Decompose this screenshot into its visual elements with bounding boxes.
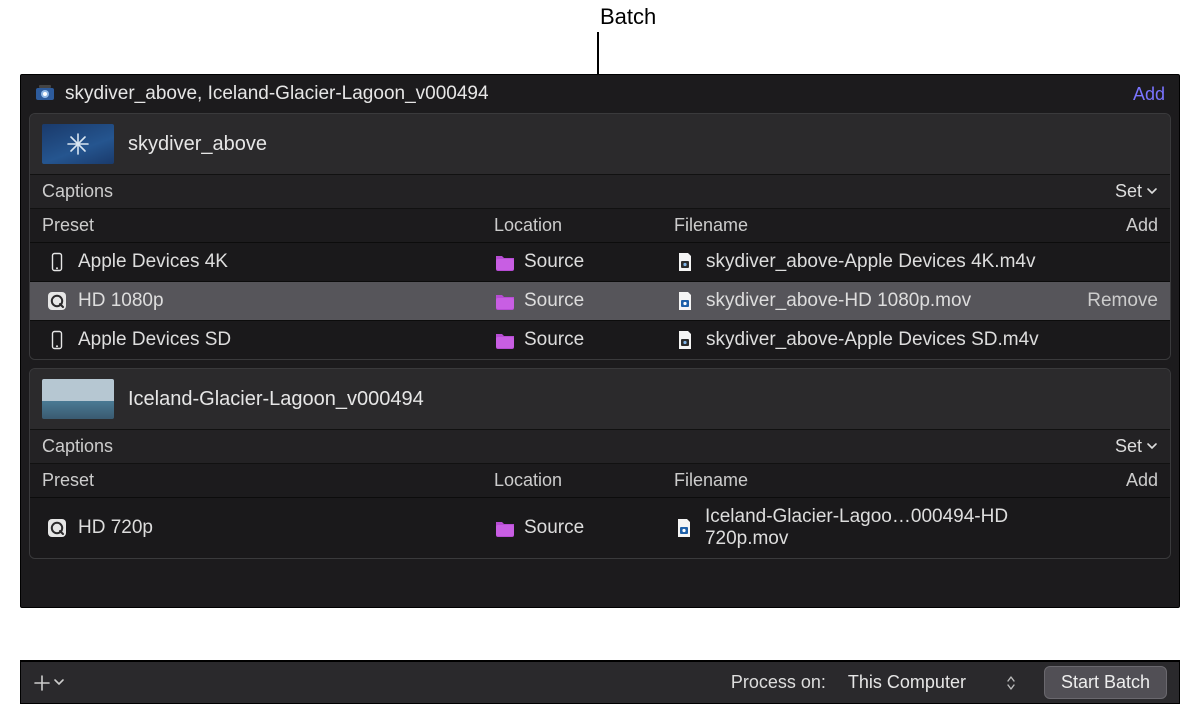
location-name: Source bbox=[524, 517, 584, 539]
preset-name: Apple Devices 4K bbox=[78, 251, 228, 273]
document-icon bbox=[674, 517, 695, 539]
preset-headers: PresetLocationFilenameAdd bbox=[30, 463, 1170, 497]
location-name: Source bbox=[524, 290, 584, 312]
captions-set-button[interactable]: Set bbox=[1115, 181, 1158, 202]
stepper-icon bbox=[1006, 675, 1016, 691]
preset-row[interactable]: HD 1080p Source skydiver_above-HD 1080p.… bbox=[30, 281, 1170, 320]
header-filename: Filename bbox=[674, 470, 1078, 491]
preset-name: HD 720p bbox=[78, 517, 153, 539]
preset-add-button[interactable]: Add bbox=[1078, 215, 1158, 236]
document-icon bbox=[674, 251, 696, 273]
device-phone-icon bbox=[46, 251, 68, 273]
output-filename: skydiver_above-Apple Devices 4K.m4v bbox=[706, 251, 1036, 273]
callout-batch-label: Batch bbox=[600, 4, 656, 30]
captions-row: CaptionsSet bbox=[30, 429, 1170, 463]
folder-icon bbox=[494, 517, 516, 539]
job-header[interactable]: skydiver_above bbox=[30, 114, 1170, 174]
job-header[interactable]: Iceland-Glacier-Lagoon_v000494 bbox=[30, 369, 1170, 429]
remove-button[interactable]: Remove bbox=[1078, 290, 1158, 312]
header-preset: Preset bbox=[42, 470, 494, 491]
header-filename: Filename bbox=[674, 215, 1078, 236]
job-thumbnail bbox=[42, 379, 114, 419]
folder-icon bbox=[494, 290, 516, 312]
preset-row[interactable]: Apple Devices 4K Source skydiver_above-A… bbox=[30, 242, 1170, 281]
output-filename: skydiver_above-HD 1080p.mov bbox=[706, 290, 971, 312]
chevron-down-icon bbox=[53, 675, 65, 691]
device-phone-icon bbox=[46, 329, 68, 351]
batch-panel: skydiver_above, Iceland-Glacier-Lagoon_v… bbox=[20, 74, 1180, 608]
preset-name: Apple Devices SD bbox=[78, 329, 231, 351]
batch-header: skydiver_above, Iceland-Glacier-Lagoon_v… bbox=[21, 75, 1179, 113]
job-thumbnail bbox=[42, 124, 114, 164]
batch-title: skydiver_above, Iceland-Glacier-Lagoon_v… bbox=[65, 83, 1123, 105]
batch-add-button[interactable]: Add bbox=[1133, 84, 1165, 105]
preset-name: HD 1080p bbox=[78, 290, 164, 312]
process-on-select[interactable]: This Computer bbox=[840, 668, 1024, 697]
preset-row[interactable]: Apple Devices SD Source skydiver_above-A… bbox=[30, 320, 1170, 359]
location-name: Source bbox=[524, 251, 584, 273]
header-location: Location bbox=[494, 470, 674, 491]
callout-line bbox=[597, 32, 599, 75]
preset-row[interactable]: HD 720p Source Iceland-Glacier-Lagoo…000… bbox=[30, 497, 1170, 558]
job-title: skydiver_above bbox=[128, 133, 267, 156]
job-title: Iceland-Glacier-Lagoon_v000494 bbox=[128, 388, 424, 411]
job-panel: skydiver_above CaptionsSet PresetLocation… bbox=[29, 113, 1171, 360]
process-on-value: This Computer bbox=[848, 672, 966, 693]
folder-icon bbox=[494, 251, 516, 273]
process-on-label: Process on: bbox=[731, 672, 826, 693]
quicktime-icon bbox=[46, 517, 68, 539]
captions-row: CaptionsSet bbox=[30, 174, 1170, 208]
captions-label: Captions bbox=[42, 181, 1115, 202]
captions-label: Captions bbox=[42, 436, 1115, 457]
output-filename: Iceland-Glacier-Lagoo…000494-HD 720p.mov bbox=[705, 506, 1078, 550]
document-icon bbox=[674, 329, 696, 351]
job-panel: Iceland-Glacier-Lagoon_v000494 CaptionsSe… bbox=[29, 368, 1171, 559]
add-menu-button[interactable] bbox=[33, 674, 65, 692]
captions-set-button[interactable]: Set bbox=[1115, 436, 1158, 457]
chevron-down-icon bbox=[1146, 439, 1158, 455]
output-filename: skydiver_above-Apple Devices SD.m4v bbox=[706, 329, 1039, 351]
preset-add-button[interactable]: Add bbox=[1078, 470, 1158, 491]
app-icon bbox=[35, 84, 55, 104]
preset-headers: PresetLocationFilenameAdd bbox=[30, 208, 1170, 242]
document-icon bbox=[674, 290, 696, 312]
folder-icon bbox=[494, 329, 516, 351]
header-location: Location bbox=[494, 215, 674, 236]
chevron-down-icon bbox=[1146, 184, 1158, 200]
location-name: Source bbox=[524, 329, 584, 351]
header-preset: Preset bbox=[42, 215, 494, 236]
quicktime-icon bbox=[46, 290, 68, 312]
start-batch-button[interactable]: Start Batch bbox=[1044, 666, 1167, 699]
footer-bar: Process on: This Computer Start Batch bbox=[20, 660, 1180, 704]
